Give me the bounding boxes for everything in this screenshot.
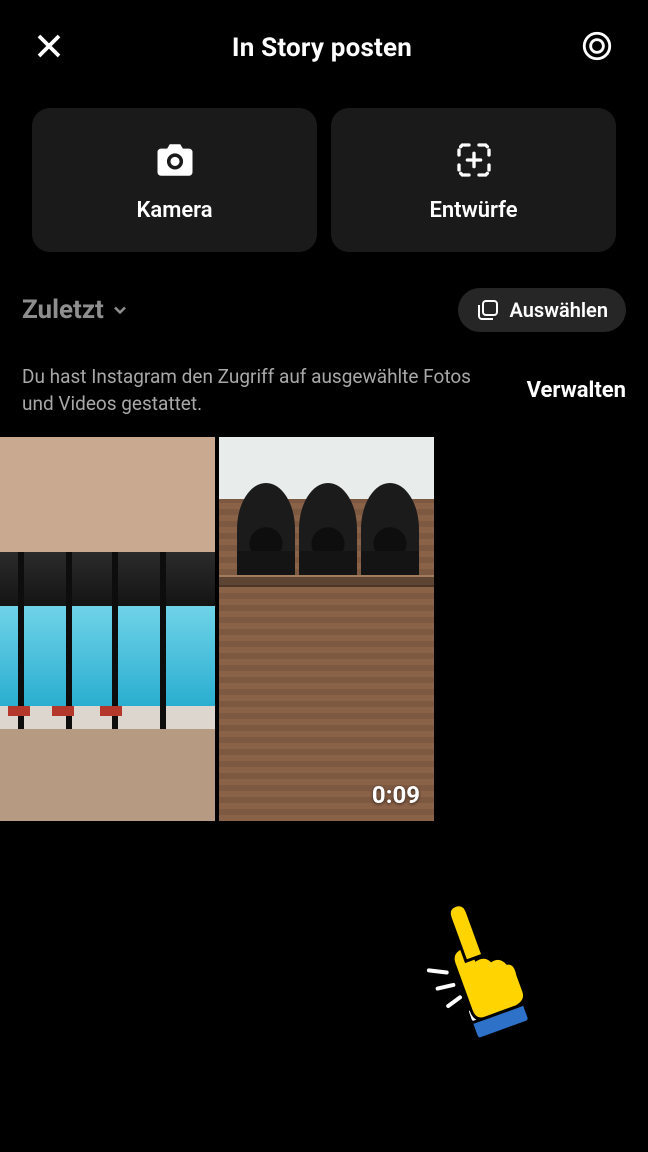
page-title: In Story posten (232, 33, 412, 63)
drafts-label: Entwürfe (429, 198, 517, 223)
camera-card[interactable]: Kamera (32, 108, 317, 252)
select-label: Auswählen (510, 298, 609, 322)
filter-row: Zuletzt Auswählen (0, 252, 648, 332)
multiselect-icon (476, 298, 500, 322)
access-row: Du hast Instagram den Zugriff auf ausgew… (0, 332, 648, 435)
header: In Story posten (0, 0, 648, 96)
gallery-item[interactable]: 0:09 (219, 437, 434, 821)
settings-gear-icon[interactable] (580, 29, 614, 67)
chevron-down-icon (110, 300, 130, 320)
drafts-card[interactable]: Entwürfe (331, 108, 616, 252)
gallery-item[interactable] (0, 437, 215, 821)
select-button[interactable]: Auswählen (458, 288, 627, 332)
gallery: 0:09 (0, 435, 648, 821)
camera-label: Kamera (136, 198, 212, 223)
camera-icon (154, 138, 196, 182)
video-duration-badge: 0:09 (372, 781, 420, 809)
recent-dropdown[interactable]: Zuletzt (22, 295, 130, 325)
close-icon[interactable] (34, 31, 64, 65)
recent-label: Zuletzt (22, 295, 104, 325)
drafts-add-icon (454, 138, 494, 182)
manage-button[interactable]: Verwalten (527, 378, 626, 403)
pointing-hand-graphic (412, 896, 542, 1046)
access-message: Du hast Instagram den Zugriff auf ausgew… (22, 364, 507, 417)
action-row: Kamera Entwürfe (0, 96, 648, 252)
